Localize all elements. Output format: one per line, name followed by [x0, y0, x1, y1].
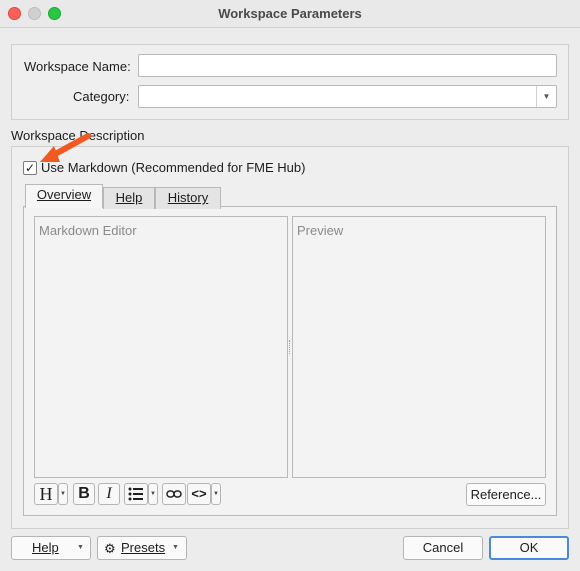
gear-icon: ⚙ [104, 541, 116, 556]
chevron-down-icon[interactable]: ▼ [536, 86, 556, 107]
italic-icon[interactable]: I [98, 483, 120, 505]
tab-help[interactable]: Help [103, 187, 155, 209]
category-combobox[interactable]: ▼ [138, 85, 557, 108]
code-dropdown-icon[interactable]: ▼ [211, 483, 221, 505]
help-dropdown-icon: ▼ [77, 544, 84, 551]
markdown-editor-placeholder: Markdown Editor [39, 223, 137, 238]
cancel-button[interactable]: Cancel [403, 536, 483, 560]
heading-dropdown-icon[interactable]: ▼ [58, 483, 68, 505]
category-label: Category: [73, 89, 130, 104]
tab-history[interactable]: History [155, 187, 221, 209]
reference-button[interactable]: Reference... [466, 483, 546, 506]
workspace-name-input[interactable] [138, 54, 557, 77]
link-icon[interactable] [162, 483, 186, 505]
use-markdown-checkbox[interactable]: ✓ [23, 161, 37, 175]
presets-dropdown-icon: ▼ [172, 544, 179, 551]
annotation-arrow-icon [40, 133, 91, 162]
tab-overview[interactable]: Overview [25, 184, 103, 208]
presets-button[interactable]: ⚙ Presets ▼ [97, 536, 187, 560]
ok-button[interactable]: OK [489, 536, 569, 560]
workspace-name-label: Workspace Name: [24, 59, 131, 74]
help-button-label: Help [32, 540, 59, 555]
markdown-editor[interactable]: Markdown Editor [34, 216, 288, 478]
preview-placeholder: Preview [297, 223, 344, 238]
heading-icon[interactable]: H [34, 483, 58, 505]
list-dropdown-icon[interactable]: ▼ [148, 483, 158, 505]
pane-splitter[interactable] [289, 340, 291, 354]
list-icon[interactable] [124, 483, 148, 505]
help-button[interactable]: Help ▼ [11, 536, 91, 560]
markdown-preview: Preview [292, 216, 546, 478]
code-icon[interactable]: <> [187, 483, 211, 505]
window-title: Workspace Parameters [218, 6, 362, 21]
title-bar: Workspace Parameters [0, 0, 580, 28]
presets-button-label: Presets [121, 540, 166, 555]
bold-icon[interactable]: B [73, 483, 95, 505]
